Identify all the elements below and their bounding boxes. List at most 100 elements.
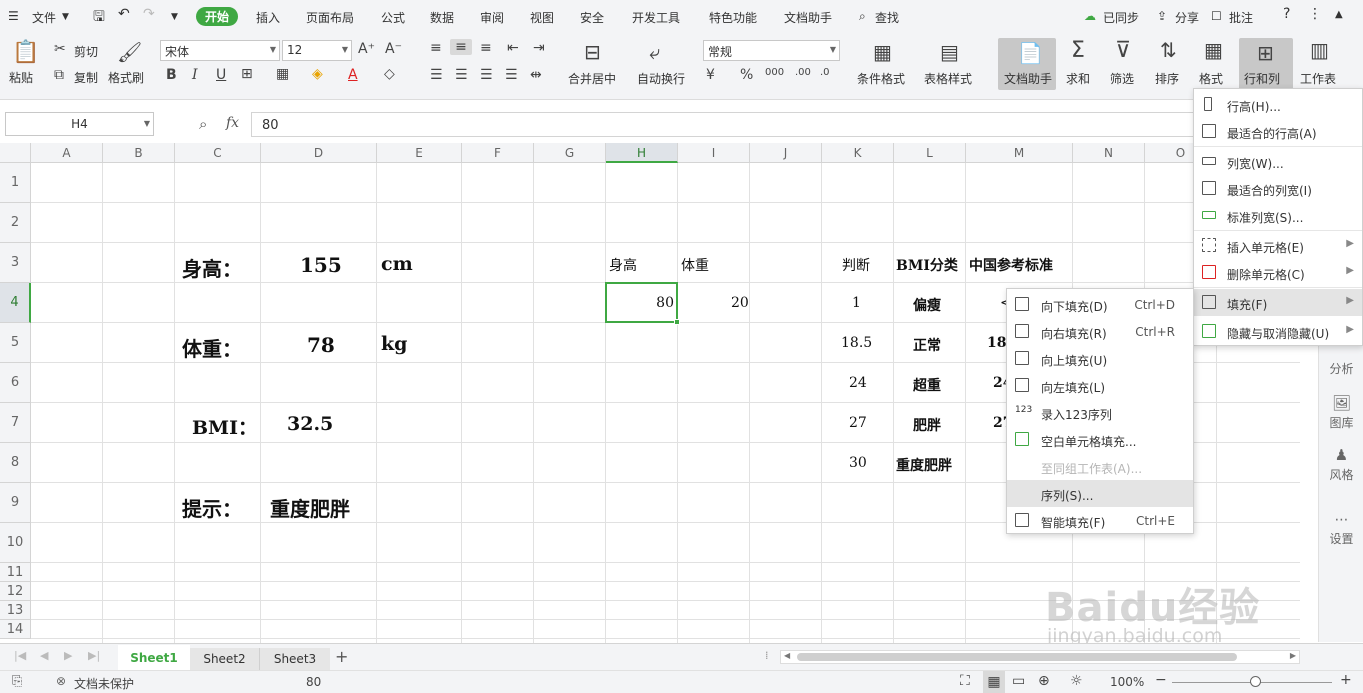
- cell-d5[interactable]: 78: [307, 333, 335, 357]
- filter-label[interactable]: 筛选: [1110, 70, 1134, 87]
- row-header-14[interactable]: 14: [0, 620, 31, 639]
- analysis-label[interactable]: 分析: [1319, 360, 1363, 377]
- settings-label[interactable]: 设置: [1319, 530, 1363, 547]
- row-header-13[interactable]: 13: [0, 601, 31, 620]
- prev-sheet-icon[interactable]: ◀: [40, 649, 48, 662]
- macro-icon[interactable]: ⎘: [12, 674, 22, 689]
- align-bottom-icon[interactable]: ≡: [480, 40, 492, 56]
- row-header-12[interactable]: 12: [0, 582, 31, 601]
- copy-icon[interactable]: ⧉: [54, 67, 64, 83]
- cell-m3[interactable]: 中国参考标准: [969, 255, 1053, 275]
- format-painter-label[interactable]: 格式刷: [108, 69, 144, 86]
- cell-k3[interactable]: 判断: [842, 255, 870, 275]
- row-header-5[interactable]: 5: [0, 323, 31, 363]
- row-header-11[interactable]: 11: [0, 563, 31, 582]
- font-name-select[interactable]: 宋体 ▼: [160, 40, 280, 61]
- fx-icon[interactable]: fx: [226, 115, 239, 131]
- scissors-icon[interactable]: ✂: [54, 41, 66, 57]
- menu-item-fill-left[interactable]: 向左填充(L): [1007, 372, 1193, 399]
- selected-cell-h4[interactable]: 80: [605, 282, 680, 325]
- undo-icon[interactable]: ↶: [118, 6, 130, 22]
- conditional-format-icon[interactable]: ▦: [873, 40, 892, 64]
- normal-view-icon[interactable]: ▦: [983, 671, 1005, 693]
- doc-assistant-button[interactable]: 📄 文档助手: [998, 38, 1056, 90]
- cell-l6[interactable]: 超重: [913, 375, 941, 395]
- worksheet-icon[interactable]: ▥: [1310, 38, 1329, 62]
- tab-features[interactable]: 特色功能: [709, 9, 757, 26]
- filter-icon[interactable]: ⊽: [1115, 38, 1131, 63]
- sort-icon[interactable]: ⇅: [1160, 38, 1177, 62]
- row-header-8[interactable]: 8: [0, 443, 31, 483]
- reading-mode-icon[interactable]: ☼: [1070, 673, 1083, 689]
- cell-i3[interactable]: 体重: [681, 255, 709, 275]
- sum-label[interactable]: 求和: [1066, 70, 1090, 87]
- fill-handle[interactable]: [674, 319, 680, 325]
- row-header-6[interactable]: 6: [0, 363, 31, 403]
- indent-increase-icon[interactable]: ⇥: [533, 40, 545, 56]
- col-header-l[interactable]: L: [894, 143, 966, 163]
- menu-item-fill-series[interactable]: 序列(S)...: [1007, 480, 1193, 507]
- cell-e5[interactable]: kg: [381, 333, 407, 355]
- search-icon[interactable]: ⌕: [859, 9, 866, 24]
- menu-item-fill-up[interactable]: 向上填充(U): [1007, 345, 1193, 372]
- select-all-corner[interactable]: [0, 143, 31, 163]
- decrease-decimal-icon[interactable]: .0: [820, 67, 830, 78]
- col-header-a[interactable]: A: [31, 143, 103, 163]
- name-box[interactable]: H4 ▼: [5, 112, 154, 136]
- tab-security[interactable]: 安全: [580, 9, 604, 26]
- col-header-n[interactable]: N: [1073, 143, 1145, 163]
- underline-icon[interactable]: U: [216, 67, 226, 83]
- menu-item-delete-cells[interactable]: 删除单元格(C) ▶: [1194, 259, 1362, 286]
- cell-d3[interactable]: 155: [300, 253, 342, 277]
- bold-icon[interactable]: B: [166, 67, 177, 83]
- cell-c3[interactable]: 身高：: [182, 253, 242, 282]
- tab-insert[interactable]: 插入: [256, 9, 280, 26]
- cell-l5[interactable]: 正常: [913, 335, 941, 355]
- col-header-j[interactable]: J: [750, 143, 822, 163]
- decrease-font-icon[interactable]: A⁻: [385, 41, 402, 57]
- redo-icon[interactable]: ↷: [143, 6, 155, 22]
- row-col-button[interactable]: ⊞ 行和列: [1239, 38, 1293, 90]
- page-break-view-icon[interactable]: ⊕: [1038, 673, 1050, 689]
- tab-view[interactable]: 视图: [530, 9, 554, 26]
- tab-home[interactable]: 开始: [196, 7, 239, 26]
- cell-l4[interactable]: 偏瘦: [913, 295, 941, 315]
- menu-item-autofit-col[interactable]: 最适合的列宽(I): [1194, 175, 1362, 202]
- col-header-g[interactable]: G: [534, 143, 606, 163]
- zoom-in-icon[interactable]: +: [1340, 672, 1352, 688]
- chevron-down-icon[interactable]: ▼: [62, 12, 69, 22]
- horizontal-scrollbar[interactable]: ◀ ▶: [780, 650, 1300, 664]
- cell-e3[interactable]: cm: [381, 253, 413, 275]
- wrap-text-icon[interactable]: ⤶: [649, 40, 660, 64]
- menu-item-col-width[interactable]: 列宽(W)...: [1194, 148, 1362, 175]
- row-header-2[interactable]: 2: [0, 203, 31, 243]
- file-menu[interactable]: 文件: [32, 9, 56, 26]
- col-header-m[interactable]: M: [966, 143, 1073, 163]
- cell-k5[interactable]: 18.5: [841, 335, 872, 351]
- add-sheet-icon[interactable]: +: [335, 647, 348, 666]
- cell-l3[interactable]: BMI分类: [896, 255, 958, 275]
- wrap-text-label[interactable]: 自动换行: [637, 70, 685, 87]
- format-icon[interactable]: ▦: [1204, 38, 1223, 62]
- row-header-9[interactable]: 9: [0, 483, 31, 523]
- cell-k6[interactable]: 24: [849, 375, 867, 391]
- align-top-icon[interactable]: ≡: [430, 40, 442, 56]
- sheet-tab-2[interactable]: Sheet2: [190, 648, 260, 670]
- cell-d7[interactable]: 32.5: [287, 413, 333, 435]
- scroll-right-icon[interactable]: ▶: [1290, 651, 1296, 660]
- menu-item-standard-width[interactable]: 标准列宽(S)...: [1194, 202, 1362, 229]
- fill-color-icon[interactable]: ◈: [312, 66, 323, 82]
- tab-formula[interactable]: 公式: [381, 9, 405, 26]
- fill-style-icon[interactable]: ▦: [276, 66, 289, 82]
- row-header-7[interactable]: 7: [0, 403, 31, 443]
- align-center-icon[interactable]: ☰: [455, 67, 468, 83]
- cell-l8[interactable]: 重度肥胖: [896, 455, 952, 475]
- col-header-b[interactable]: B: [103, 143, 175, 163]
- customize-icon[interactable]: ▼: [171, 12, 178, 22]
- cut-label[interactable]: 剪切: [74, 43, 98, 60]
- col-header-k[interactable]: K: [822, 143, 894, 163]
- menu-item-fill-right[interactable]: 向右填充(R) Ctrl+R: [1007, 318, 1193, 345]
- conditional-format-label[interactable]: 条件格式: [857, 70, 905, 87]
- row-header-3[interactable]: 3: [0, 243, 31, 283]
- horizontal-scrollbar-thumb[interactable]: [797, 653, 1237, 661]
